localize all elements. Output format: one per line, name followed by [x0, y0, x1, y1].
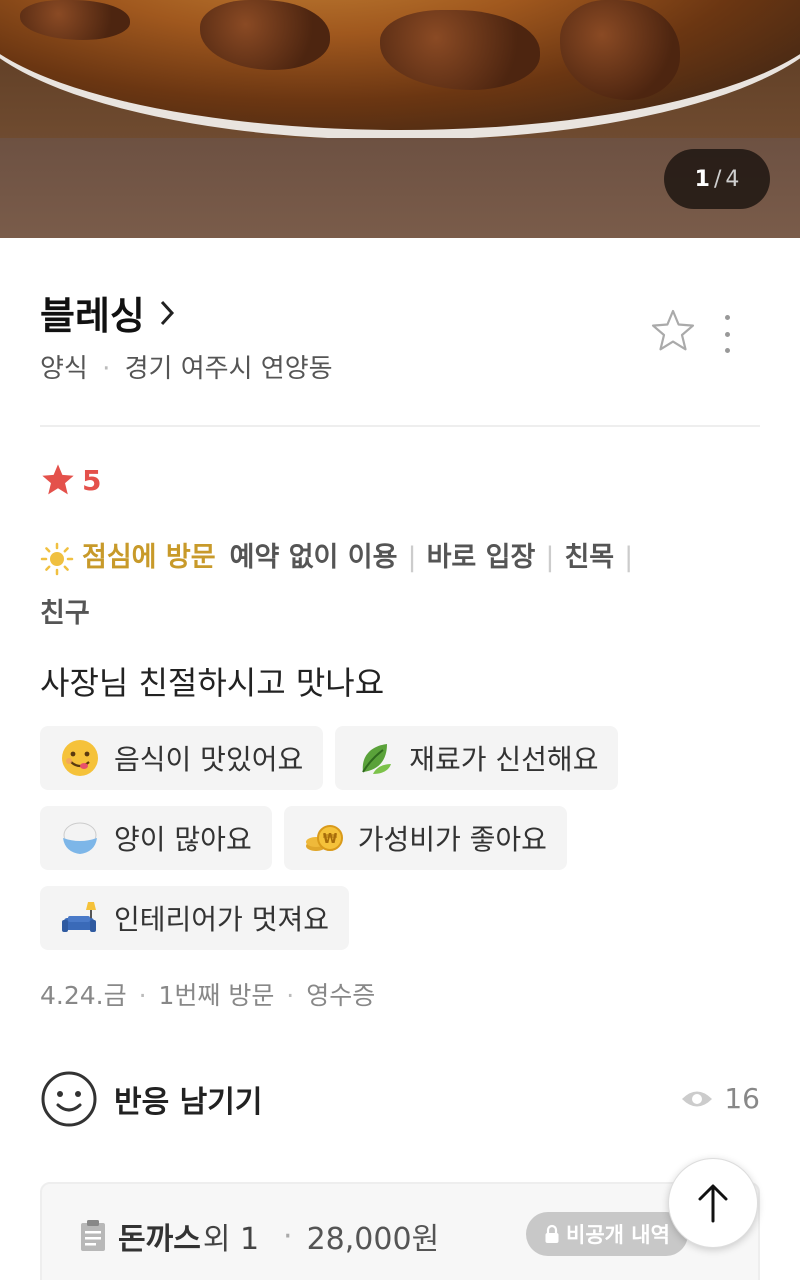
receipt-extra: 외 1: [202, 1222, 260, 1257]
clipboard-icon: [81, 1220, 105, 1251]
yum-face-icon: [60, 738, 100, 778]
photo-counter-separator: /: [713, 166, 722, 192]
smile-icon: [41, 1071, 97, 1127]
review-tag-label: 음식이 맛있어요: [114, 743, 304, 776]
review-tag-label: 인테리어가 멋져요: [114, 903, 329, 936]
more-options-icon[interactable]: [716, 312, 738, 356]
review-tag: 음식이 맛있어요: [40, 726, 324, 790]
place-name: 블레싱: [40, 294, 145, 338]
scroll-to-top-button[interactable]: [668, 1158, 758, 1248]
photo-counter-current: 1: [694, 166, 710, 192]
receipt-price: 28,000원: [306, 1222, 440, 1257]
private-badge: 비공개 내역: [526, 1212, 688, 1256]
visit-detail: 친목: [564, 542, 615, 573]
review-tag: 재료가 신선해요: [335, 726, 619, 790]
photo-counter-total: 4: [725, 166, 740, 192]
sofa-lamp-icon: [60, 898, 100, 938]
place-category: 양식: [40, 354, 88, 384]
photo-counter: 1 / 4: [664, 149, 770, 209]
rating-star-icon: [42, 464, 74, 495]
leave-reaction-button[interactable]: 반응 남기기: [40, 1070, 262, 1128]
lock-icon: [545, 1224, 559, 1243]
svg-text:₩: ₩: [323, 832, 338, 847]
place-subtitle: 양식 · 경기 여주시 연양동: [40, 354, 333, 384]
sun-icon: [40, 542, 74, 575]
visit-detail: 예약 없이 이용: [229, 542, 398, 573]
rating: 5: [40, 462, 101, 498]
rating-value: 5: [82, 463, 102, 497]
visit-time: 점심에 방문: [82, 542, 216, 573]
review-tags: 음식이 맛있어요 재료가 신선해요 양이 많아요 ₩ 가성비가 좋아요 인테리어…: [40, 726, 760, 950]
photo-carousel[interactable]: 1 / 4: [0, 0, 800, 238]
proof-type: 영수증: [306, 981, 376, 1010]
review-date: 4.24.금: [40, 981, 127, 1010]
review-tag: 인테리어가 멋져요: [40, 886, 349, 950]
place-location: 경기 여주시 연양동: [124, 354, 333, 384]
divider: [40, 425, 760, 427]
receipt-card[interactable]: 돈까스 외 1 · 28,000원 비공개 내역: [40, 1182, 760, 1280]
chevron-right-icon: [160, 300, 174, 325]
review-tag-label: 양이 많아요: [114, 823, 252, 856]
review-meta: 4.24.금 · 1번째 방문 · 영수증: [40, 981, 376, 1010]
review-tag: ₩ 가성비가 좋아요: [283, 806, 567, 870]
coin-icon: ₩: [304, 818, 344, 858]
favorite-star-icon[interactable]: [650, 308, 696, 354]
visit-info: 점심에 방문 예약 없이 이용 | 바로 입장 | 친목 | 친구: [40, 542, 634, 629]
leaf-icon: [355, 738, 395, 778]
visit-detail: 친구: [40, 598, 90, 629]
arrow-up-icon: [698, 1184, 728, 1223]
review-tag-label: 재료가 신선해요: [409, 743, 599, 776]
receipt-menu: 돈까스: [118, 1222, 201, 1257]
view-count-value: 16: [724, 1082, 760, 1115]
visit-detail: 바로 입장: [426, 542, 536, 573]
review-tag: 양이 많아요: [40, 806, 272, 870]
leave-reaction-label: 반응 남기기: [114, 1085, 263, 1120]
rice-bowl-icon: [60, 818, 100, 858]
place-title-link[interactable]: 블레싱: [40, 285, 175, 340]
view-count: 16: [680, 1082, 760, 1115]
visit-count: 1번째 방문: [158, 981, 275, 1010]
review-tag-label: 가성비가 좋아요: [357, 823, 547, 856]
private-label: 비공개 내역: [566, 1223, 670, 1247]
eye-icon: [682, 1091, 713, 1106]
review-text: 사장님 친절하시고 맛나요: [40, 664, 385, 702]
receipt-summary: 돈까스 외 1 · 28,000원: [78, 1214, 439, 1258]
